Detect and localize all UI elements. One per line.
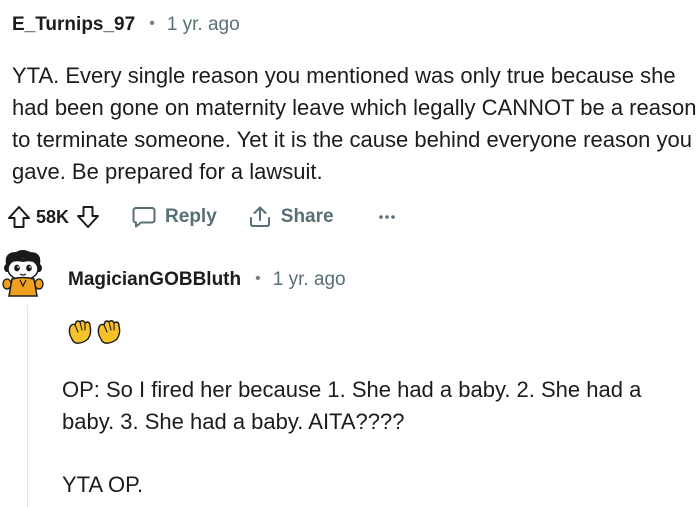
downvote-arrow-icon[interactable]	[75, 204, 101, 230]
thread-line[interactable]	[27, 305, 28, 507]
share-label: Share	[280, 206, 334, 227]
reply-timestamp[interactable]: 1 yr. ago	[273, 269, 346, 291]
user-avatar[interactable]	[0, 248, 46, 298]
snoo-avatar-icon	[2, 250, 44, 297]
comment-meta: E_Turnips_97 • 1 yr. ago	[12, 11, 240, 39]
comment-action-bar: 58K Reply Share	[6, 200, 396, 234]
reply-username[interactable]: MagicianGOBBluth	[68, 269, 241, 291]
emoji-row	[66, 316, 123, 346]
vote-controls: 58K	[6, 204, 101, 230]
more-dots-icon	[378, 213, 396, 221]
share-button[interactable]: Share	[247, 204, 334, 230]
reply-body-paragraph: YTA OP.	[62, 472, 144, 497]
clapping-hands-icon	[95, 317, 123, 345]
comment-body: YTA. Every single reason you mentioned w…	[12, 63, 697, 184]
reply-body-paragraph: OP: So I fired her because 1. She had a …	[62, 377, 642, 434]
comment-timestamp[interactable]: 1 yr. ago	[167, 14, 240, 36]
more-options-button[interactable]	[378, 213, 396, 221]
share-upload-icon	[247, 204, 273, 230]
clapping-hands-icon	[66, 317, 94, 345]
comment-username[interactable]: E_Turnips_97	[12, 14, 135, 36]
reply-label: Reply	[165, 206, 217, 227]
meta-separator: •	[149, 15, 155, 32]
reply-meta: MagicianGOBBluth • 1 yr. ago	[68, 266, 346, 294]
speech-bubble-icon	[131, 204, 157, 230]
reply-button[interactable]: Reply	[131, 204, 217, 230]
vote-count: 58K	[36, 206, 70, 227]
meta-separator: •	[255, 270, 261, 287]
upvote-arrow-icon[interactable]	[6, 204, 32, 230]
